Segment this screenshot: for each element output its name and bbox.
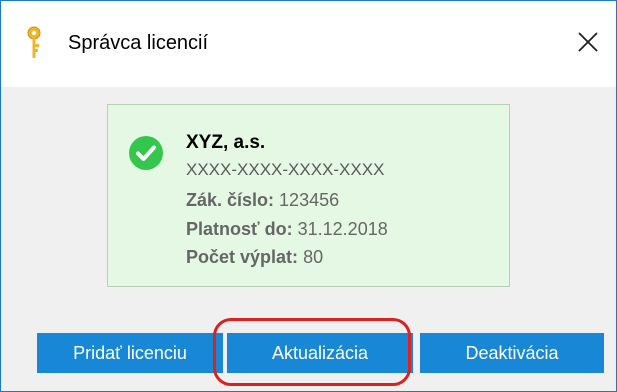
close-icon	[577, 31, 599, 56]
add-license-button[interactable]: Pridať licenciu	[37, 333, 223, 373]
action-buttons: Pridať licenciu Aktualizácia Deaktivácia	[1, 333, 616, 373]
customer-number-row: Zák. číslo: 123456	[186, 190, 339, 211]
valid-until-label: Platnosť do:	[186, 219, 293, 239]
company-name: XYZ, a.s.	[186, 132, 266, 153]
payroll-count-row: Počet výplat: 80	[186, 247, 323, 268]
license-key: XXXX-XXXX-XXXX-XXXX	[186, 160, 385, 179]
customer-number-label: Zák. číslo:	[186, 190, 275, 210]
customer-number-value: 123456	[279, 190, 340, 210]
title-bar: Správca licencií	[1, 1, 616, 87]
check-circle-icon	[128, 135, 164, 171]
license-manager-window: Správca licencií XYZ, a.s. XXXX-XXXX-XXX…	[0, 0, 617, 392]
payroll-count-value: 80	[303, 247, 324, 267]
license-info-card: XYZ, a.s. XXXX-XXXX-XXXX-XXXX Zák. číslo…	[107, 104, 510, 287]
valid-until-value: 31.12.2018	[297, 219, 388, 239]
valid-until-row: Platnosť do: 31.12.2018	[186, 219, 388, 240]
deactivate-button[interactable]: Deaktivácia	[420, 333, 604, 373]
window-title: Správca licencií	[68, 32, 209, 54]
close-button[interactable]	[574, 29, 602, 57]
key-icon	[24, 26, 44, 62]
payroll-count-label: Počet výplat:	[186, 247, 299, 267]
update-button[interactable]: Aktualizácia	[227, 333, 413, 373]
